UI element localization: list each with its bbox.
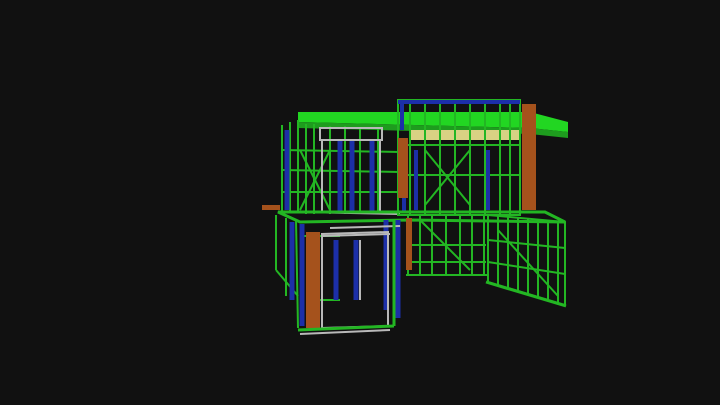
floor-beam-stub [262, 205, 280, 210]
upper-right-orange-post [522, 104, 536, 210]
roof-header-yellow [410, 130, 520, 140]
upper-mid-orange-post [398, 138, 408, 198]
lower-center-orange-post [406, 218, 412, 270]
lower-left-orange-post [306, 232, 320, 328]
house-frame-model[interactable] [0, 0, 720, 405]
3d-model-viewport[interactable] [0, 0, 720, 405]
